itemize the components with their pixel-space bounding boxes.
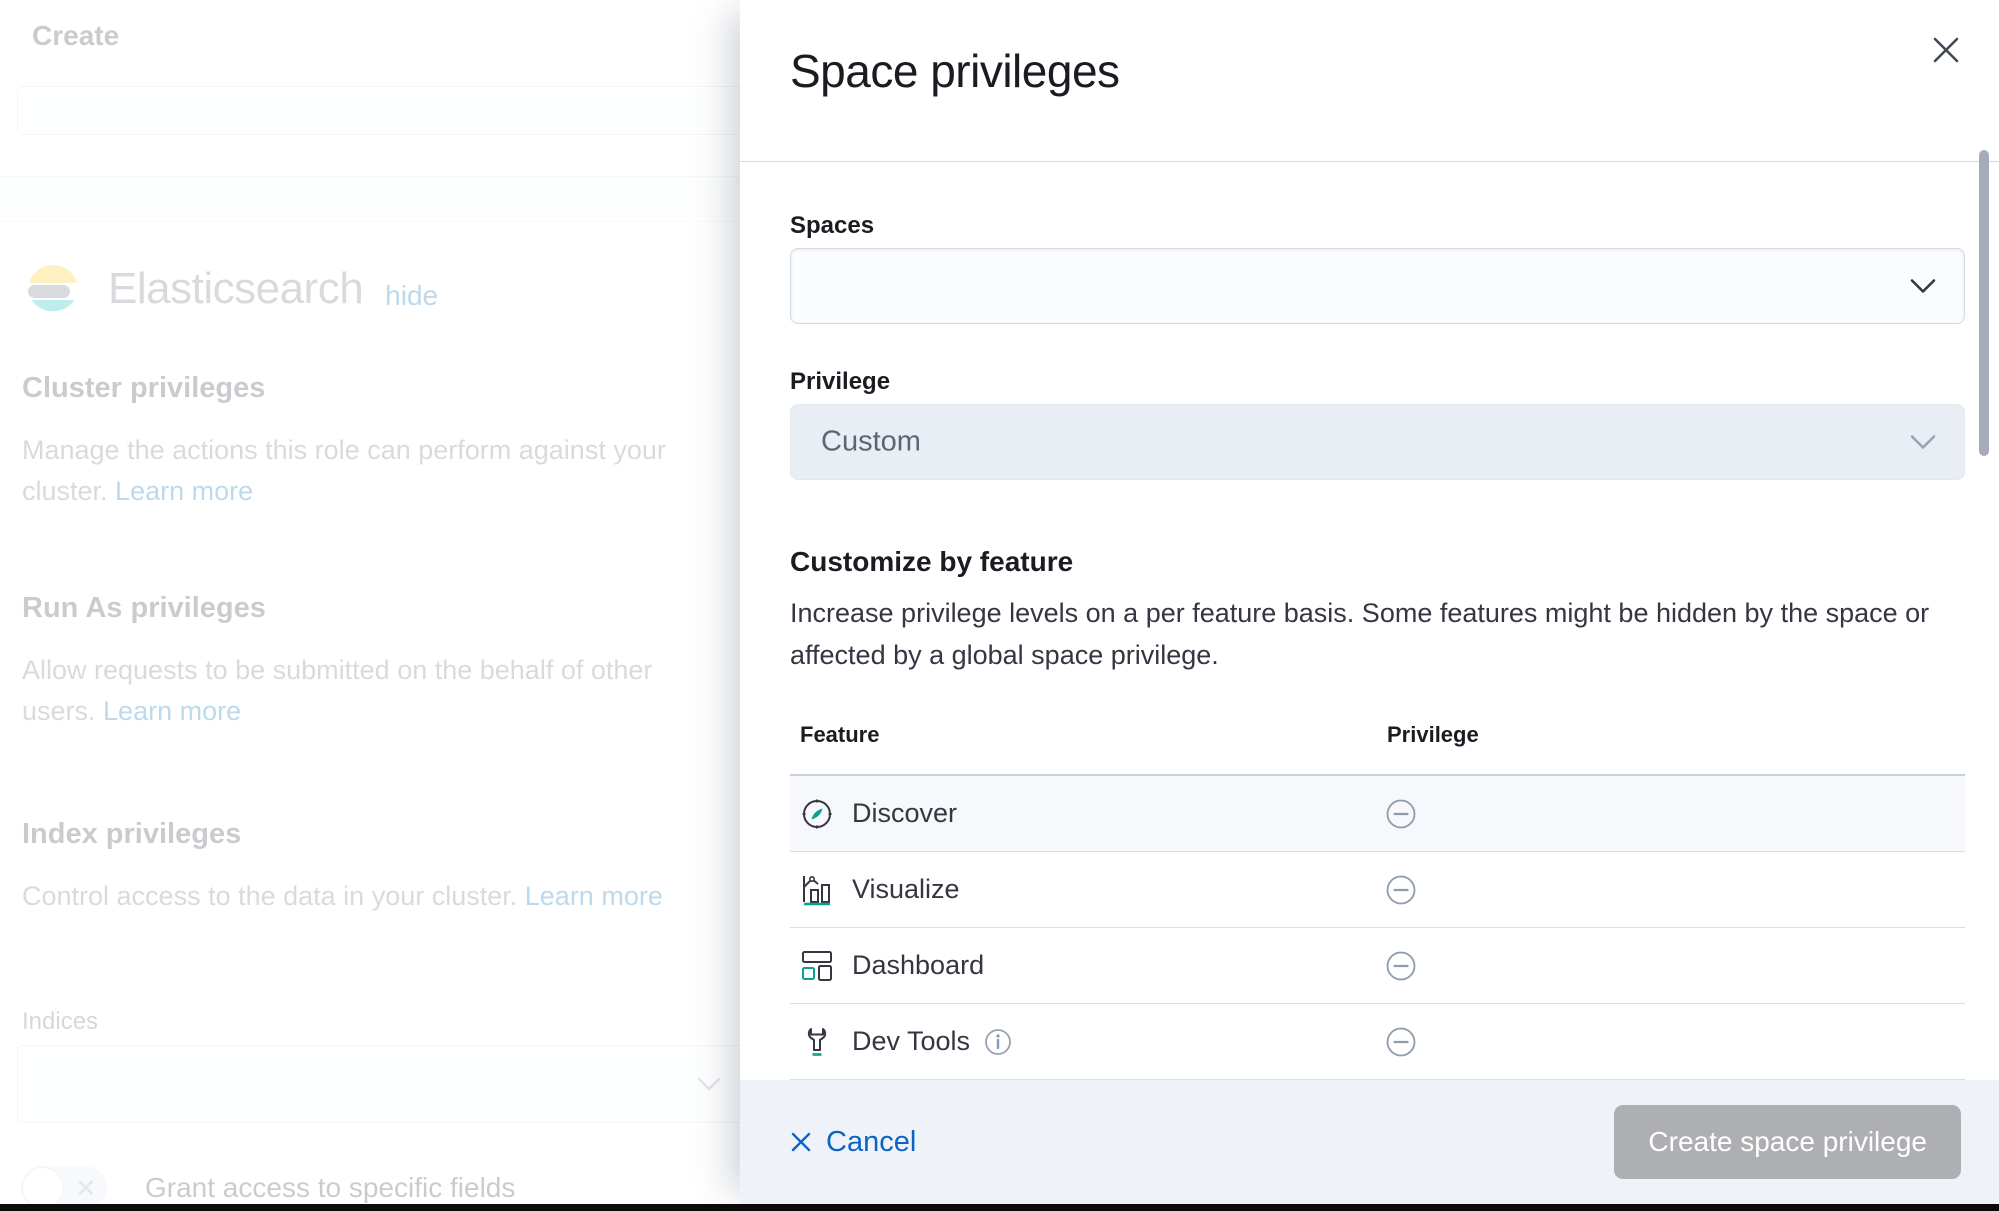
table-row-discover[interactable]: Discover bbox=[790, 776, 1965, 852]
privilege-minus-icon[interactable] bbox=[1385, 798, 1417, 830]
privilege-value: Custom bbox=[821, 426, 921, 459]
feature-table: Discover Visualize bbox=[790, 776, 1965, 1080]
feature-column-header: Feature bbox=[800, 722, 879, 748]
flyout-title: Space privileges bbox=[790, 44, 1120, 98]
space-privileges-flyout: Space privileges Spaces Privilege Custom… bbox=[740, 0, 1999, 1204]
close-icon bbox=[1931, 35, 1961, 65]
customize-by-feature-description: Increase privilege levels on a per featu… bbox=[790, 592, 1955, 676]
wrench-icon bbox=[800, 1025, 834, 1059]
privilege-column-header: Privilege bbox=[1387, 722, 1479, 748]
feature-label: Dev Tools bbox=[852, 1026, 970, 1057]
bar-chart-icon bbox=[800, 873, 834, 907]
cancel-label: Cancel bbox=[826, 1126, 916, 1159]
privilege-minus-icon[interactable] bbox=[1385, 1026, 1417, 1058]
privilege-select[interactable]: Custom bbox=[790, 404, 1965, 480]
table-row-dashboard[interactable]: Dashboard bbox=[790, 928, 1965, 1004]
create-space-privilege-button[interactable]: Create space privilege bbox=[1614, 1105, 1961, 1179]
spaces-label: Spaces bbox=[790, 212, 874, 240]
feature-label: Visualize bbox=[852, 874, 960, 905]
cancel-button[interactable]: Cancel bbox=[790, 1126, 916, 1159]
chevron-down-icon bbox=[1910, 435, 1936, 450]
cancel-cross-icon bbox=[790, 1131, 812, 1153]
feature-label: Discover bbox=[852, 798, 957, 829]
chevron-down-icon bbox=[1910, 279, 1936, 294]
feature-label: Dashboard bbox=[852, 950, 984, 981]
dashboard-icon bbox=[800, 949, 834, 983]
compass-icon bbox=[800, 797, 834, 831]
close-flyout-button[interactable] bbox=[1918, 22, 1974, 78]
privilege-minus-icon[interactable] bbox=[1385, 950, 1417, 982]
customize-by-feature-heading: Customize by feature bbox=[790, 546, 1073, 578]
modal-overlay bbox=[0, 0, 748, 1211]
flyout-scrollbar[interactable] bbox=[1979, 150, 1989, 456]
table-row-visualize[interactable]: Visualize bbox=[790, 852, 1965, 928]
info-icon[interactable] bbox=[984, 1028, 1012, 1056]
app-root: Create Elasticsearch hide Cluster privil… bbox=[0, 0, 1999, 1211]
flyout-footer: Cancel Create space privilege bbox=[740, 1080, 1999, 1204]
spaces-combobox[interactable] bbox=[790, 248, 1965, 324]
privilege-label: Privilege bbox=[790, 368, 890, 396]
table-row-dev-tools[interactable]: Dev Tools bbox=[790, 1004, 1965, 1080]
privilege-minus-icon[interactable] bbox=[1385, 874, 1417, 906]
flyout-header-divider bbox=[740, 161, 1999, 162]
bottom-edge-strip bbox=[0, 1204, 1999, 1211]
